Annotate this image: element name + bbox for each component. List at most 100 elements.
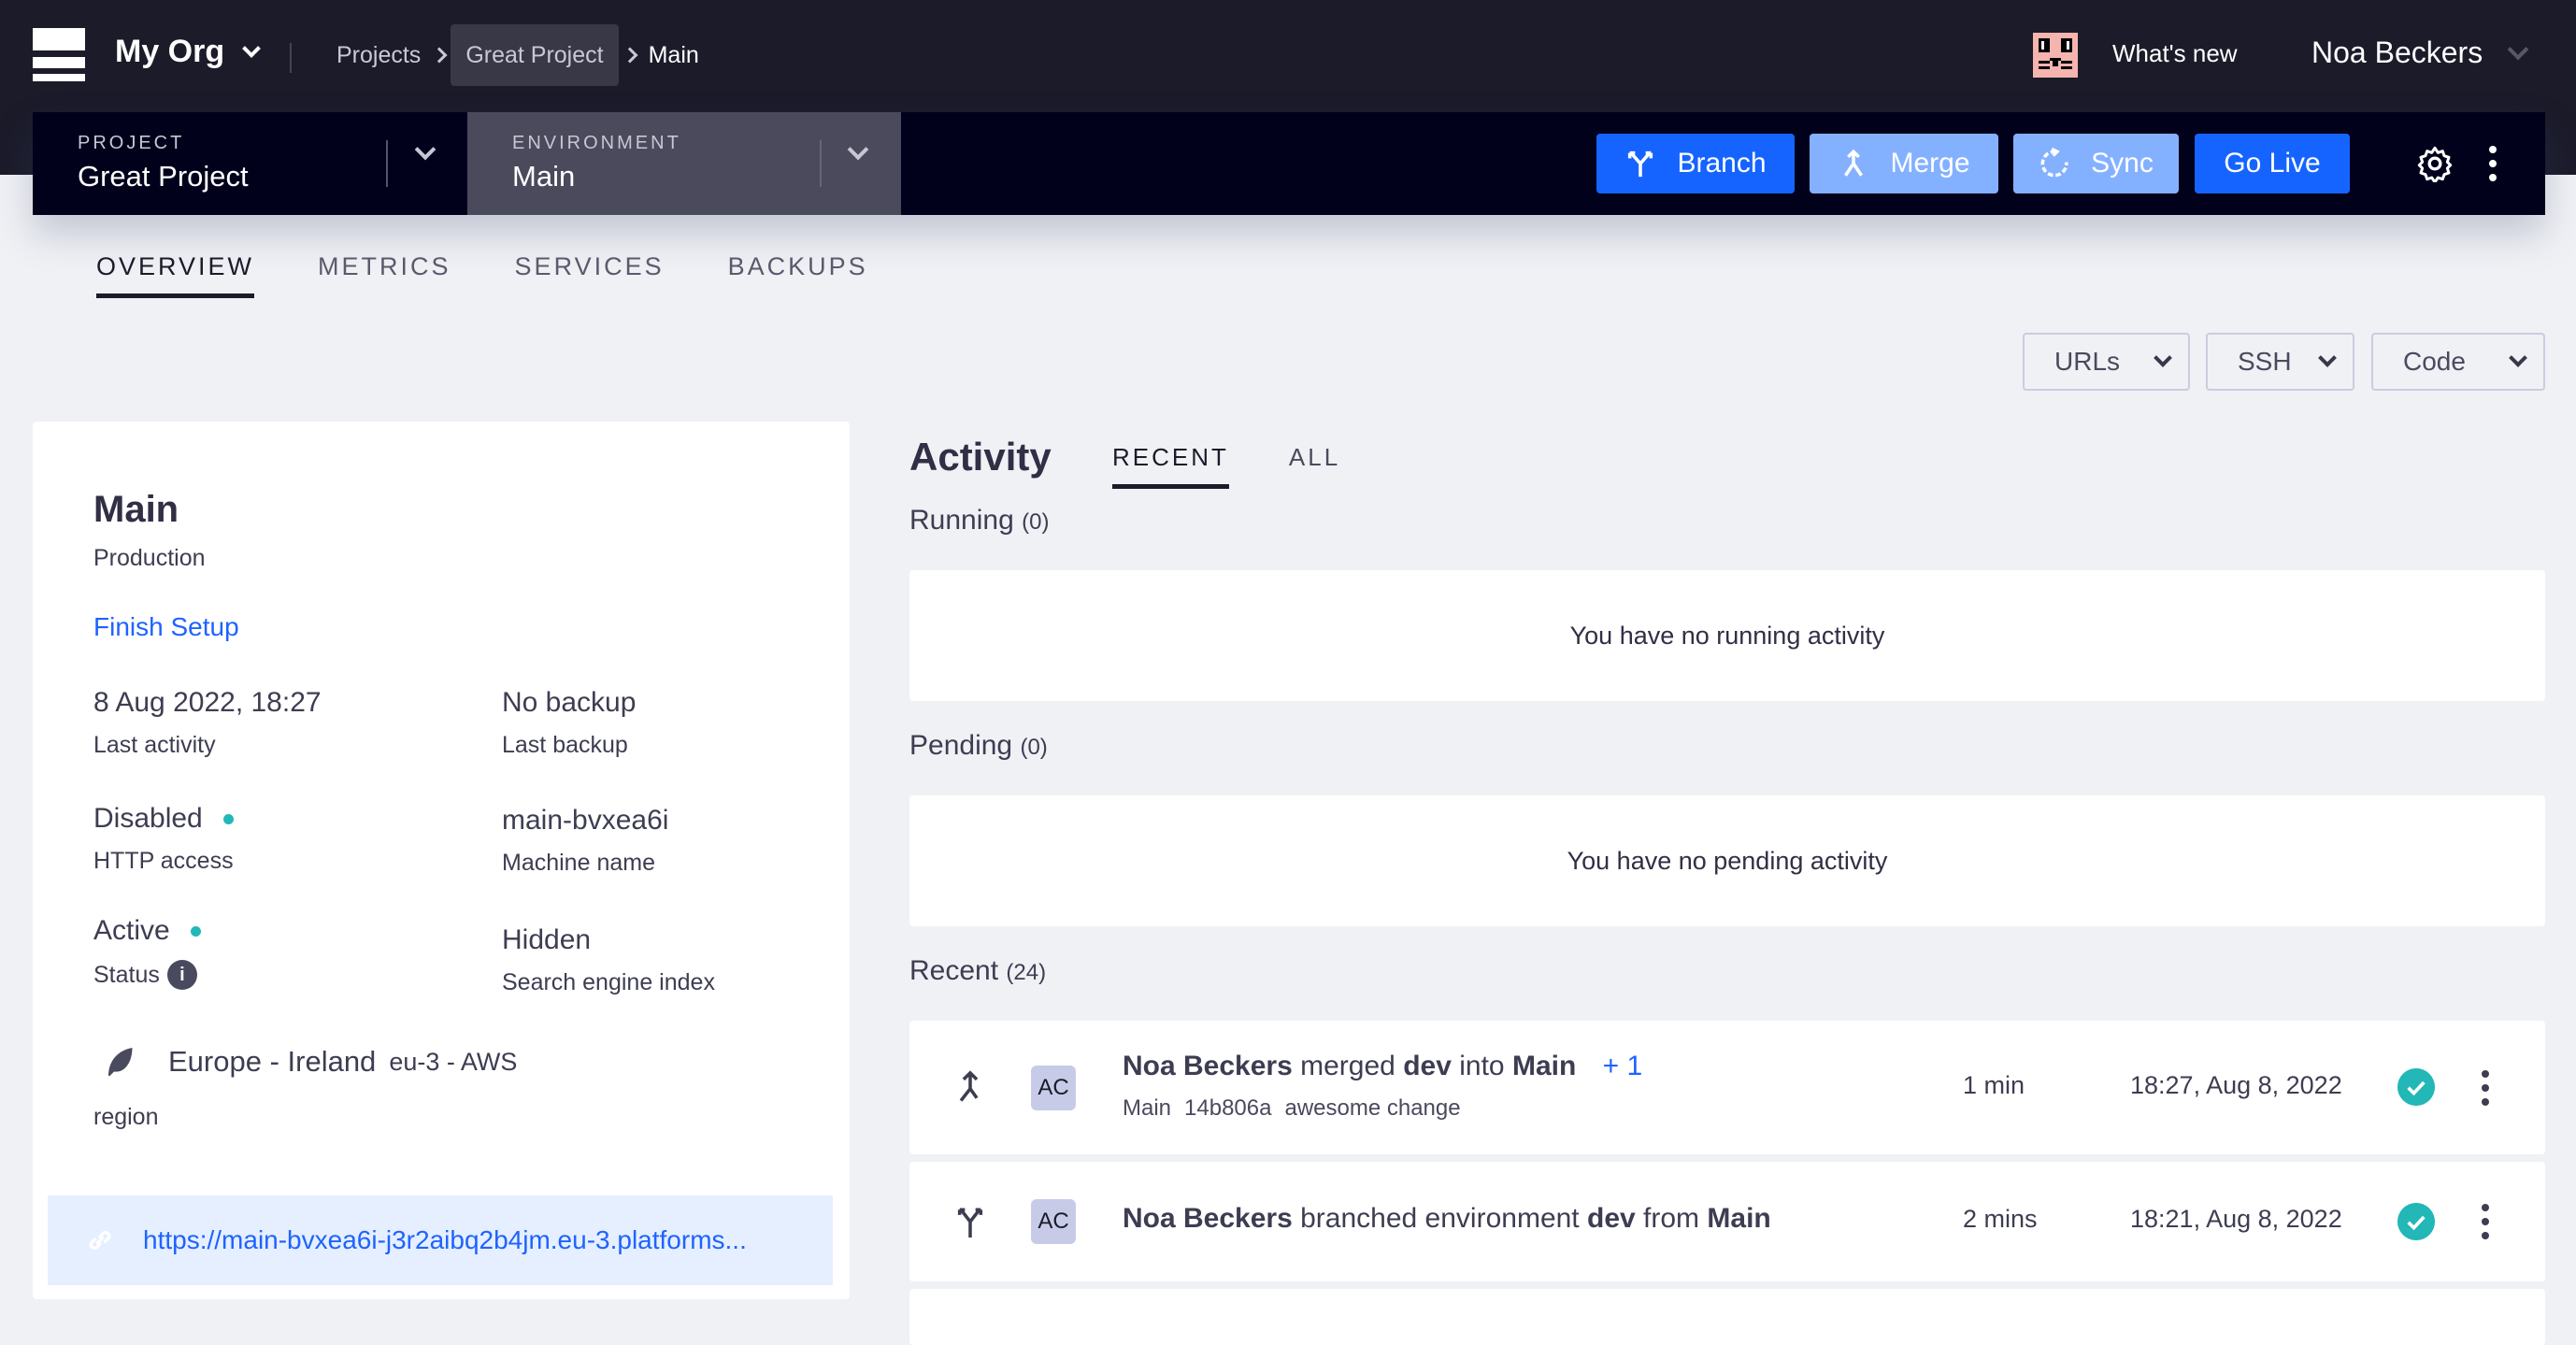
recent-heading: Recent (24)	[909, 955, 1046, 987]
branch-icon	[957, 1208, 983, 1238]
success-check-icon	[2397, 1203, 2435, 1240]
branch-icon	[1628, 150, 1653, 178]
activity-row[interactable]	[909, 1289, 2545, 1345]
activity-preposition: from	[1643, 1203, 1700, 1234]
go-live-button[interactable]: Go Live	[2195, 134, 2350, 193]
environment-type: Production	[93, 545, 206, 571]
merge-button[interactable]: Merge	[1810, 134, 1998, 193]
avatar: AC	[1031, 1066, 1076, 1110]
status-value: Active	[93, 915, 170, 946]
last-activity: 8 Aug 2022, 18:27 Last activity	[93, 687, 322, 759]
http-access-value: Disabled	[93, 803, 203, 834]
pending-empty: You have no pending activity	[909, 795, 2545, 926]
ssh-label: SSH	[2238, 347, 2292, 376]
status-dot-icon	[190, 925, 201, 937]
search-engine-value: Hidden	[502, 924, 592, 955]
status: Active Status i	[93, 915, 201, 990]
tab-recent[interactable]: RECENT	[1112, 443, 1229, 489]
chevron-down-icon	[2318, 349, 2337, 367]
running-empty: You have no running activity	[909, 570, 2545, 701]
chevron-right-icon	[431, 47, 448, 64]
tab-metrics[interactable]: METRICS	[318, 252, 451, 298]
activity-timestamp: 18:27, Aug 8, 2022	[2130, 1071, 2342, 1099]
avatar: AC	[1031, 1199, 1076, 1244]
info-icon[interactable]: i	[166, 960, 197, 990]
activity-title: Activity	[909, 435, 1052, 479]
last-activity-value: 8 Aug 2022, 18:27	[93, 687, 322, 718]
more-commits-link[interactable]: + 1	[1603, 1051, 1643, 1081]
project-label: PROJECT	[78, 133, 185, 153]
activity-user: Noa Beckers	[1123, 1051, 1293, 1081]
environment-url-link[interactable]: https://main-bvxea6i-j3r2aibq2b4jm.eu-3.…	[143, 1225, 747, 1255]
breadcrumb: Projects Great Project Main	[323, 24, 712, 86]
activity-row[interactable]: AC Noa Beckers merged dev into Main + 1 …	[909, 1021, 2545, 1154]
divider	[820, 140, 822, 187]
more-options-icon[interactable]	[2482, 1204, 2489, 1239]
environment-value: Main	[512, 160, 576, 193]
org-switcher[interactable]: My Org	[115, 34, 262, 70]
branch-button[interactable]: Branch	[1596, 134, 1795, 193]
activity-preposition: into	[1459, 1051, 1505, 1081]
breadcrumb-project[interactable]: Great Project	[451, 24, 619, 86]
pending-heading: Pending (0)	[909, 730, 1048, 762]
region-provider: eu-3 - AWS	[389, 1047, 518, 1076]
machine-name-label: Machine name	[502, 850, 655, 876]
running-label: Running	[909, 505, 1014, 536]
activity-description: Noa Beckers branched environment dev fro…	[1123, 1203, 1771, 1235]
activity-env: Main	[1123, 1095, 1172, 1121]
chevron-down-icon	[2507, 38, 2529, 60]
sync-icon	[2040, 148, 2068, 178]
project-bar: PROJECT Great Project ENVIRONMENT Main B…	[33, 112, 2545, 215]
tab-all[interactable]: ALL	[1289, 443, 1340, 489]
activity-source: dev	[1587, 1203, 1636, 1234]
tab-overview[interactable]: OVERVIEW	[96, 252, 255, 298]
running-count: (0)	[1022, 509, 1050, 535]
http-access-label: HTTP access	[93, 848, 234, 874]
divider	[386, 140, 388, 187]
urls-label: URLs	[2054, 347, 2121, 376]
activity-tabs: RECENT ALL	[1112, 443, 1340, 489]
activity-target: Main	[1511, 1051, 1577, 1081]
last-backup-value: No backup	[502, 687, 637, 718]
ssh-dropdown[interactable]: SSH	[2206, 333, 2354, 391]
finish-setup-link[interactable]: Finish Setup	[93, 612, 239, 642]
code-label: Code	[2403, 347, 2466, 376]
tab-backups[interactable]: BACKUPS	[728, 252, 868, 298]
sync-button[interactable]: Sync	[2013, 134, 2179, 193]
project-selector[interactable]: PROJECT Great Project	[33, 112, 467, 215]
menu-logo-icon[interactable]	[33, 28, 85, 81]
sync-label: Sync	[2091, 148, 2154, 179]
breadcrumb-projects[interactable]: Projects	[323, 42, 434, 69]
commit-hash: 14b806a	[1184, 1095, 1272, 1121]
breadcrumb-environment[interactable]: Main	[636, 42, 712, 69]
status-label: Status	[93, 961, 160, 988]
activity-user: Noa Beckers	[1123, 1203, 1293, 1234]
user-menu[interactable]: Noa Beckers	[2311, 36, 2529, 70]
main-tabs: OVERVIEW METRICS SERVICES BACKUPS	[96, 252, 868, 298]
branch-label: Branch	[1677, 148, 1767, 179]
whats-new-link[interactable]: What's new	[2112, 39, 2238, 68]
activity-timestamp: 18:21, Aug 8, 2022	[2130, 1205, 2342, 1233]
environment-card: Main Production Finish Setup 8 Aug 2022,…	[33, 422, 850, 1299]
project-value: Great Project	[78, 160, 249, 193]
environment-name: Main	[93, 489, 179, 530]
merge-icon	[959, 1070, 979, 1102]
status-dot-icon	[222, 813, 234, 824]
code-dropdown[interactable]: Code	[2371, 333, 2545, 391]
more-options-icon[interactable]	[2489, 146, 2497, 181]
activity-verb: branched environment	[1300, 1203, 1580, 1234]
gear-icon[interactable]	[2416, 145, 2454, 182]
environment-selector[interactable]: ENVIRONMENT Main	[467, 112, 901, 215]
urls-dropdown[interactable]: URLs	[2023, 333, 2190, 391]
user-name: Noa Beckers	[2311, 36, 2483, 69]
last-backup: No backup Last backup	[502, 687, 636, 759]
success-check-icon	[2397, 1068, 2435, 1106]
activity-row[interactable]: AC Noa Beckers branched environment dev …	[909, 1162, 2545, 1281]
region-label: region	[93, 1104, 159, 1130]
divider	[290, 43, 292, 73]
more-options-icon[interactable]	[2482, 1070, 2489, 1106]
activity-duration: 1 min	[1963, 1071, 2025, 1099]
tab-services[interactable]: SERVICES	[515, 252, 665, 298]
activity-source: dev	[1403, 1051, 1452, 1081]
cat-avatar-icon[interactable]	[2033, 33, 2078, 78]
